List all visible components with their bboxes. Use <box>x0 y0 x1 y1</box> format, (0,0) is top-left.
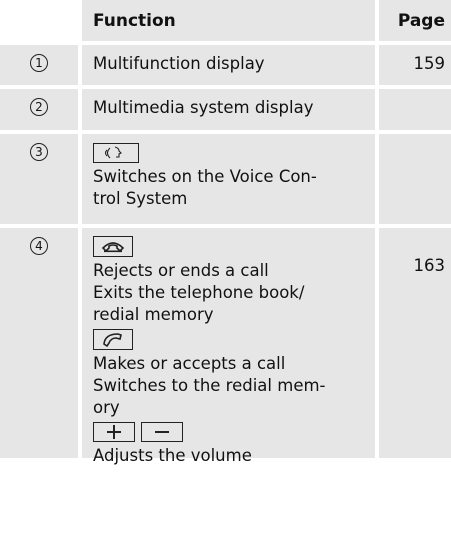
page-number: 163 <box>413 256 446 275</box>
function-text: Rejects or ends a call <box>93 261 269 280</box>
header-number-cell <box>0 0 78 41</box>
row-1-function: Multifunction display <box>82 45 375 85</box>
row-number-badge: 4 <box>30 237 48 255</box>
row-3-number-cell: 3 <box>0 134 78 224</box>
row-4-function: Rejects or ends a call Exits the telepho… <box>82 228 375 465</box>
function-text: Multimedia system display <box>93 98 314 117</box>
row-number-badge: 1 <box>30 54 48 72</box>
function-text: ory <box>93 398 120 417</box>
function-text: Multifunction display <box>93 54 265 73</box>
row-2-page <box>379 89 451 130</box>
function-text: Exits the telephone book/ <box>93 283 305 302</box>
row-1-number-cell: 1 <box>0 45 78 85</box>
function-table: Function Page 1 Multifunction display 15… <box>0 0 451 465</box>
row-4-number-cell: 4 <box>0 228 78 458</box>
header-function: Function <box>82 0 375 41</box>
accept-call-icon <box>93 329 133 350</box>
function-text: Switches to the redial mem- <box>93 376 326 395</box>
row-number-badge: 3 <box>30 143 48 161</box>
function-text: trol System <box>93 189 188 208</box>
header-page: Page <box>379 0 451 41</box>
end-call-icon <box>93 236 133 257</box>
row-number-badge: 2 <box>30 98 48 116</box>
volume-up-icon <box>93 422 135 442</box>
function-text: Adjusts the volume <box>93 446 252 465</box>
function-text: Switches on the Voice Con- <box>93 167 317 186</box>
voice-control-icon <box>93 143 139 163</box>
row-2-number-cell: 2 <box>0 89 78 130</box>
row-1-page: 159 <box>379 45 451 85</box>
row-4-page: 163 <box>379 228 451 458</box>
row-3-function: Switches on the Voice Con- trol System <box>82 134 375 224</box>
function-text: Makes or accepts a call <box>93 354 286 373</box>
row-3-page <box>379 134 451 224</box>
volume-down-icon <box>141 422 183 442</box>
function-text: redial memory <box>93 305 214 324</box>
row-2-function: Multimedia system display <box>82 89 375 130</box>
